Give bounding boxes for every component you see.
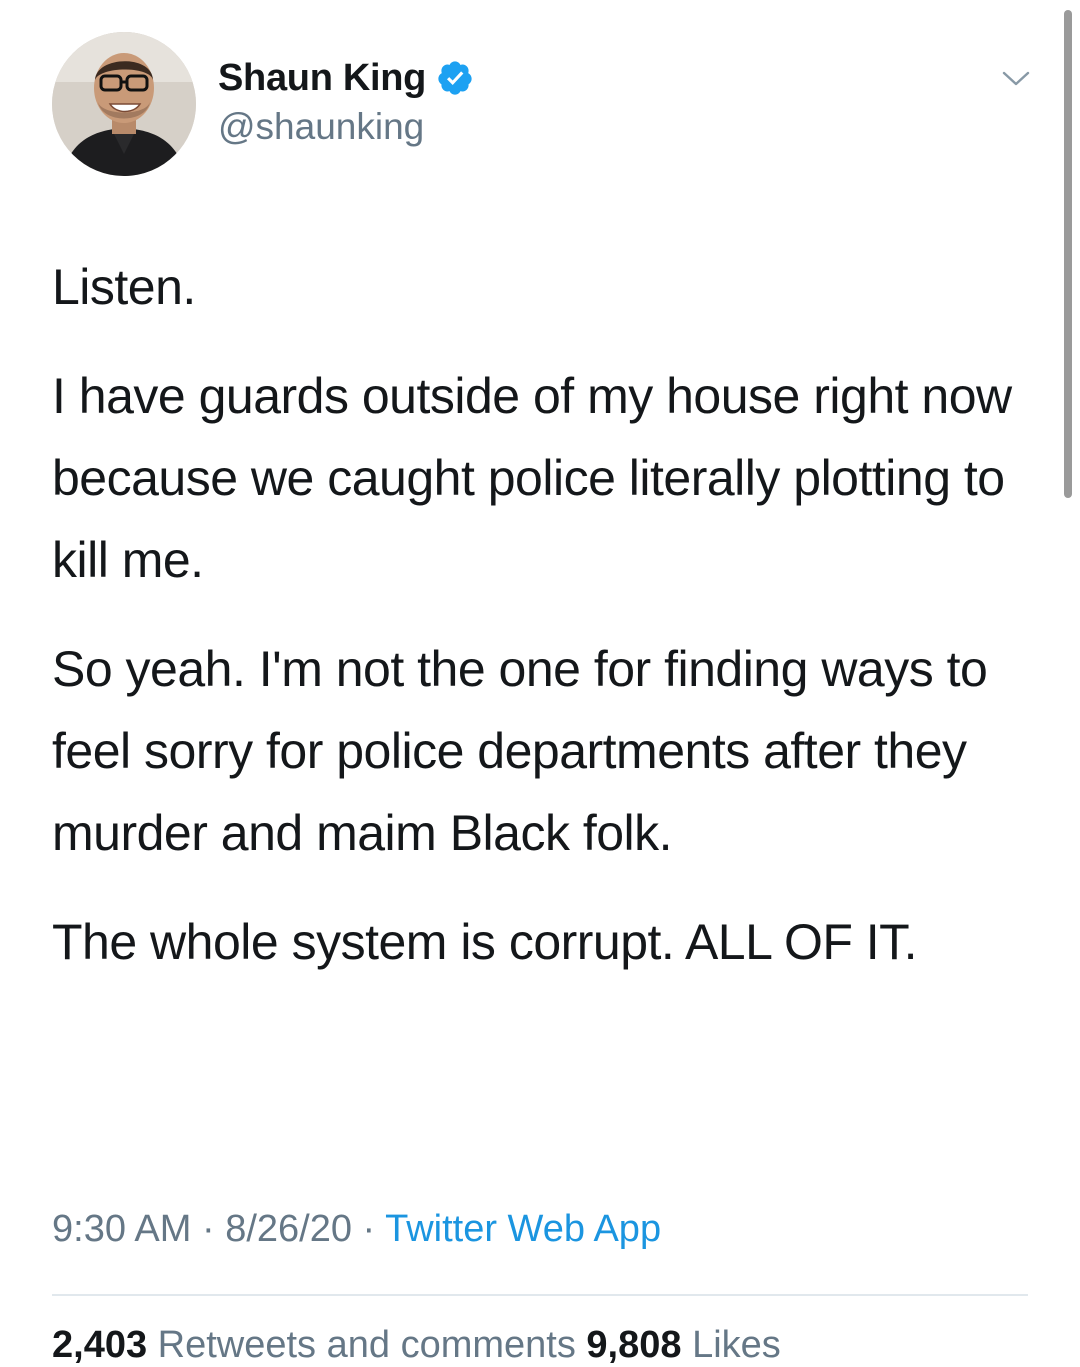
author-names: Shaun King @shaunking [218, 54, 474, 148]
divider [52, 1294, 1028, 1296]
tweet-paragraph: So yeah. I'm not the one for finding way… [52, 641, 988, 861]
meta-separator: · [352, 1208, 386, 1250]
tweet-date[interactable]: 8/26/20 [225, 1208, 352, 1250]
tweet-source-link[interactable]: Twitter Web App [385, 1208, 661, 1250]
verified-badge-icon [436, 59, 474, 97]
tweet-header: Shaun King @shaunking [52, 32, 1032, 178]
meta-separator: · [191, 1208, 226, 1250]
likes-count[interactable]: 9,808 [586, 1324, 681, 1366]
tweet-paragraph: Listen. [52, 259, 196, 315]
tweet-paragraph: The whole system is corrupt. ALL OF IT. [52, 914, 918, 970]
tweet-text: Listen. I have guards outside of my hous… [52, 246, 1012, 1010]
tweet-paragraph: I have guards outside of my house right … [52, 368, 1012, 588]
scrollbar[interactable] [1064, 10, 1072, 498]
handle[interactable]: @shaunking [218, 106, 474, 148]
avatar[interactable] [52, 32, 196, 176]
likes-label[interactable]: Likes [692, 1324, 781, 1366]
display-name-row: Shaun King [218, 54, 474, 102]
chevron-down-icon[interactable] [1000, 62, 1032, 94]
display-name[interactable]: Shaun King [218, 57, 426, 100]
tweet-meta: 9:30 AM · 8/26/20 · Twitter Web App [52, 1208, 661, 1251]
tweet-time[interactable]: 9:30 AM [52, 1208, 191, 1250]
tweet-card: Shaun King @shaunking Listen. I have gua… [0, 0, 1080, 1366]
retweets-label[interactable]: Retweets and comments [158, 1324, 576, 1366]
retweets-count[interactable]: 2,403 [52, 1324, 147, 1366]
tweet-stats: 2,403 Retweets and comments 9,808 Likes [52, 1324, 781, 1367]
